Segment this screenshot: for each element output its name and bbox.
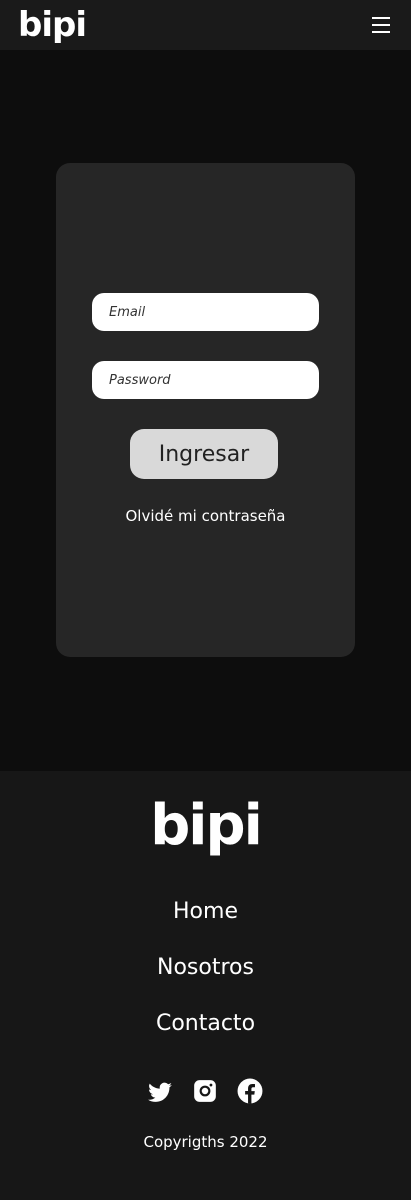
facebook-icon[interactable] — [237, 1078, 263, 1104]
hamburger-menu-icon[interactable] — [368, 12, 394, 38]
login-button[interactable]: Ingresar — [130, 429, 278, 479]
footer-nav-nosotros[interactable]: Nosotros — [0, 955, 411, 980]
header-logo[interactable]: bipi — [18, 6, 87, 44]
copyright-text: Copyrigths 2022 — [143, 1133, 268, 1151]
instagram-icon[interactable] — [192, 1078, 218, 1104]
forgot-password-link[interactable]: Olvidé mi contraseña — [56, 507, 355, 525]
footer-nav-contacto[interactable]: Contacto — [0, 1011, 411, 1036]
top-header: bipi — [0, 0, 411, 50]
footer-logo: bipi — [150, 793, 263, 858]
footer-nav-home[interactable]: Home — [0, 899, 411, 924]
email-input[interactable] — [92, 293, 319, 331]
login-card: Ingresar Olvidé mi contraseña — [56, 163, 355, 657]
twitter-icon[interactable] — [147, 1080, 173, 1106]
footer: bipi Home Nosotros Contacto Copyrigths 2… — [0, 771, 411, 1200]
password-input[interactable] — [92, 361, 319, 399]
